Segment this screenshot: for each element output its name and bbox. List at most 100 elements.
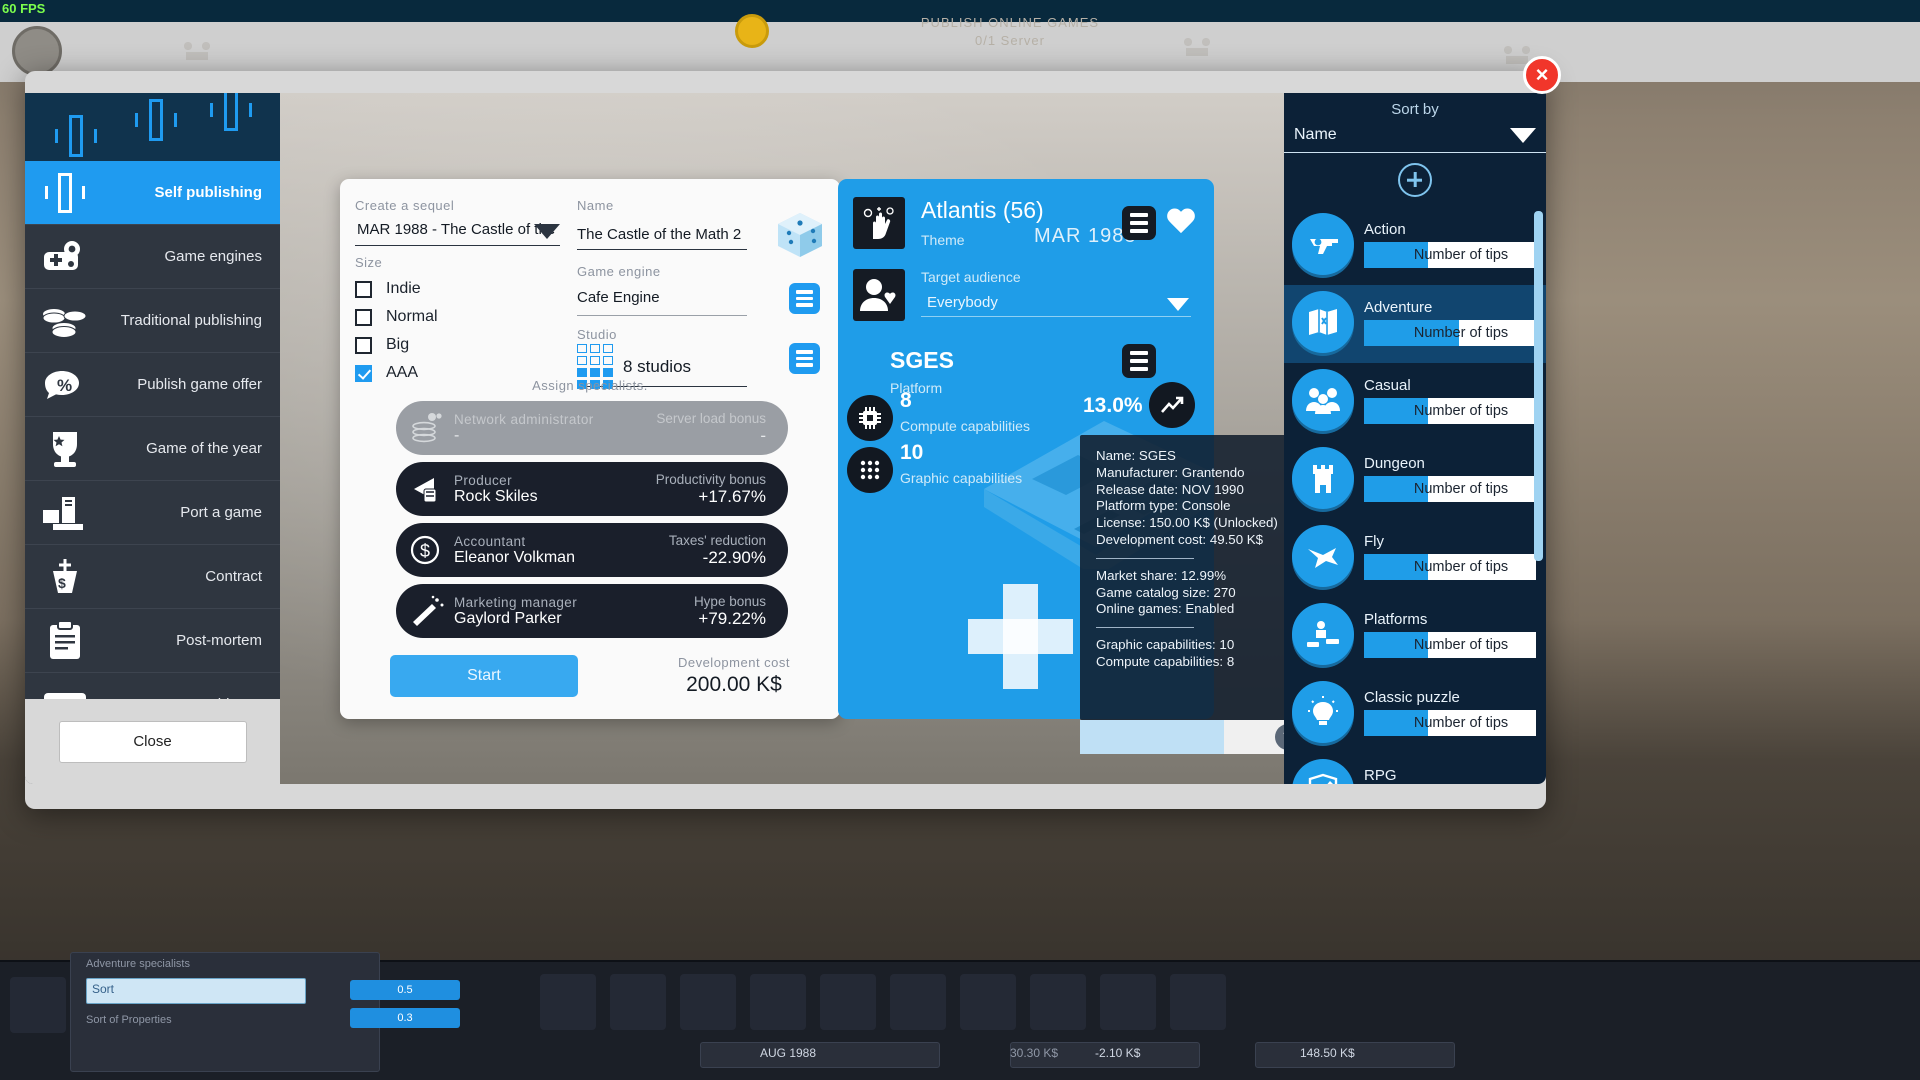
tooltip-divider — [1096, 627, 1194, 629]
genre-tips-input[interactable]: Number of tips — [1364, 709, 1536, 736]
dpad-icon — [210, 93, 252, 131]
hud-tool-icon-3[interactable] — [680, 974, 736, 1030]
sidebar-item-game-engines[interactable]: Game engines — [25, 225, 280, 289]
genre-scrollbar-thumb[interactable] — [1534, 211, 1543, 561]
hud-tool-icon-9[interactable] — [1100, 974, 1156, 1030]
engine-menu-button[interactable] — [789, 283, 820, 314]
close-button[interactable]: Close — [58, 720, 247, 763]
sequel-select[interactable]: MAR 1988 - The Castle of the Ma — [355, 218, 560, 246]
sidebar-item-contract[interactable]: $ Contract — [25, 545, 280, 609]
heart-icon[interactable] — [1166, 209, 1196, 236]
hud-tool-icon-4[interactable] — [750, 974, 806, 1030]
sidebar-item-self-publishing[interactable]: Self publishing — [25, 161, 280, 225]
genre-item-adventure[interactable]: Adventure Number of tips — [1284, 285, 1546, 363]
start-button[interactable]: Start — [389, 655, 578, 697]
chevron-down-icon[interactable] — [534, 224, 560, 239]
size-checkbox-normal[interactable] — [355, 308, 372, 326]
chevron-down-icon[interactable] — [1167, 298, 1189, 311]
genre-item-fly[interactable]: Fly Number of tips — [1284, 519, 1546, 597]
sidebar-item-game-of-the-year[interactable]: Game of the year — [25, 417, 280, 481]
dice-icon[interactable] — [774, 209, 826, 266]
graphic-group: 10 Graphic capabilities — [900, 441, 1022, 486]
specialists-list: Network administrator - Server load bonu… — [396, 401, 788, 645]
genre-item-platforms[interactable]: Platforms Number of tips — [1284, 597, 1546, 675]
genre-tips-input[interactable]: Number of tips — [1364, 241, 1536, 268]
map-icon — [1292, 291, 1354, 353]
close-icon[interactable]: × — [1523, 56, 1561, 94]
sidebar-item-port-a-game[interactable]: Port a game — [25, 481, 280, 545]
add-genre-button[interactable] — [1398, 163, 1432, 197]
hud-money2-box — [1255, 1042, 1455, 1068]
size-label-big: Big — [386, 336, 410, 353]
studio-label: Studio — [577, 327, 617, 342]
hud-tool-icon-10[interactable] — [1170, 974, 1226, 1030]
hud-stat-pill-2[interactable]: 0.3 — [350, 1008, 460, 1028]
hud-tool-icon-5[interactable] — [820, 974, 876, 1030]
hud-stat-pill-1[interactable]: 0.5 — [350, 980, 460, 1000]
tooltip-line: Game catalog size: 270 — [1096, 584, 1236, 600]
sidebar-item-traditional-publishing[interactable]: Traditional publishing — [25, 289, 280, 353]
genre-tips-placeholder: Number of tips — [1413, 558, 1509, 575]
sidebar-item-post-mortem[interactable]: Post-mortem — [25, 609, 280, 673]
contract-icon: $ — [25, 557, 105, 597]
hud-specialist-panel[interactable] — [70, 952, 380, 1072]
genre-name: Adventure — [1364, 298, 1433, 316]
hud-date: AUG 1988 — [760, 1046, 817, 1060]
card-footer: Start Development cost 200.00 K$ — [340, 655, 840, 697]
specialist-row-producer[interactable]: Producer Rock Skiles Productivity bonus … — [396, 462, 788, 516]
size-option-indie[interactable]: Indie — [355, 280, 560, 298]
genre-item-action[interactable]: Action Number of tips — [1284, 207, 1546, 285]
name-input[interactable]: The Castle of the Math 2 — [577, 221, 747, 250]
hud-tool-icon-8[interactable] — [1030, 974, 1086, 1030]
hud-tool-icon-7[interactable] — [960, 974, 1016, 1030]
specialist-bonus-label: Server load bonus — [656, 410, 766, 426]
specialist-row-marketing-manager[interactable]: Marketing manager Gaylord Parker Hype bo… — [396, 584, 788, 638]
sort-by-select[interactable]: Name — [1284, 126, 1546, 153]
genre-tips-placeholder: Number of tips — [1413, 324, 1509, 341]
hud-map-icon[interactable] — [10, 977, 66, 1033]
percent-bubble-icon: % — [25, 367, 105, 403]
genre-item-rpg[interactable]: RPG Number of tips — [1284, 753, 1546, 784]
specialist-row-network-administrator[interactable]: Network administrator - Server load bonu… — [396, 401, 788, 455]
audience-select[interactable]: Everybody — [921, 294, 1191, 317]
hud-tool-icon-6[interactable] — [890, 974, 946, 1030]
sidebar-item-label: Port a game — [180, 504, 262, 521]
platform-menu-button[interactable] — [1122, 344, 1156, 378]
background-header-line2: 0/1 Server — [975, 33, 1045, 48]
genre-item-casual[interactable]: Casual Number of tips — [1284, 363, 1546, 441]
tooltip-line: Compute capabilities: 8 — [1096, 653, 1235, 669]
hud-tool-icon-1[interactable] — [540, 974, 596, 1030]
size-option-normal[interactable]: Normal — [355, 308, 560, 326]
genre-tips-input[interactable]: Number of tips — [1364, 553, 1536, 580]
genre-tips-input[interactable]: Number of tips — [1364, 397, 1536, 424]
audience-value: Everybody — [927, 294, 998, 311]
sidebar-item-publish-game-offer[interactable]: % Publish game offer — [25, 353, 280, 417]
genre-item-classic-puzzle[interactable]: Classic puzzle Number of tips — [1284, 675, 1546, 753]
question-icon[interactable]: ? — [1275, 724, 1284, 750]
genre-item-dungeon[interactable]: Dungeon Number of tips — [1284, 441, 1546, 519]
hud-search-input[interactable] — [86, 978, 306, 1004]
tower-icon — [1292, 447, 1354, 509]
theme-label: Theme — [921, 232, 965, 248]
size-checkbox-indie[interactable] — [355, 280, 372, 298]
fps-counter: 60 FPS — [2, 1, 46, 16]
genre-tips-input[interactable]: Number of tips — [1364, 319, 1536, 346]
specialist-bonus-value: -22.90% — [702, 547, 766, 567]
size-checkbox-big[interactable] — [355, 336, 372, 354]
chevron-down-icon[interactable] — [1510, 127, 1536, 143]
studio-menu-button[interactable] — [789, 343, 820, 374]
genre-tips-input[interactable]: Number of tips — [1364, 631, 1536, 658]
genre-scrollbar[interactable] — [1534, 211, 1543, 686]
theme-menu-button[interactable] — [1122, 206, 1156, 240]
engine-field[interactable]: Cafe Engine — [577, 286, 747, 316]
trophy-icon — [25, 428, 105, 470]
genre-tips-placeholder: Number of tips — [1413, 636, 1509, 653]
main-content-area: Create a sequel MAR 1988 - The Castle of… — [280, 93, 1284, 784]
name-value: The Castle of the Math 2 — [577, 226, 742, 243]
size-option-big[interactable]: Big — [355, 336, 560, 354]
genre-tips-input[interactable]: Number of tips — [1364, 475, 1536, 502]
hud-tool-icon-2[interactable] — [610, 974, 666, 1030]
hud-date-box — [700, 1042, 940, 1068]
specialist-row-accountant[interactable]: $ Accountant Eleanor Volkman Taxes' redu… — [396, 523, 788, 577]
sidebar-item-label: Publish game offer — [137, 376, 262, 393]
